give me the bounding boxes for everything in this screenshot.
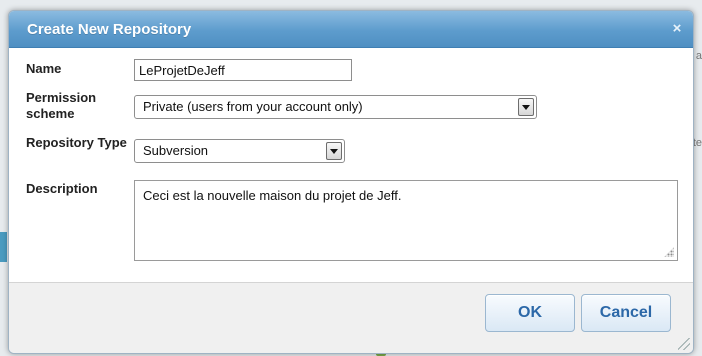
permission-scheme-label: Permission scheme xyxy=(26,90,96,122)
dialog-resize-grip-icon[interactable] xyxy=(678,338,690,350)
dialog-footer: OK Cancel xyxy=(9,283,693,353)
ok-button[interactable]: OK xyxy=(485,294,575,332)
dialog-titlebar[interactable]: Create New Repository × xyxy=(9,11,693,48)
description-label: Description xyxy=(26,181,98,196)
repository-type-label: Repository Type xyxy=(26,135,127,150)
description-textarea[interactable]: Ceci est la nouvelle maison du projet de… xyxy=(134,180,678,261)
background-tab xyxy=(0,232,7,262)
name-input[interactable] xyxy=(134,59,352,81)
permission-selected-value: Private (users from your account only) xyxy=(143,99,363,114)
create-repository-dialog: Create New Repository × Name Permission … xyxy=(8,10,694,354)
description-text: Ceci est la nouvelle maison du projet de… xyxy=(143,188,402,203)
cancel-button[interactable]: Cancel xyxy=(581,294,671,332)
chevron-down-icon[interactable] xyxy=(326,142,342,160)
dialog-body: Name Permission scheme Private (users fr… xyxy=(9,48,693,283)
permission-label-line1: Permission xyxy=(26,90,97,105)
permission-label-line2: scheme xyxy=(26,106,75,121)
permission-scheme-select[interactable]: Private (users from your account only) xyxy=(134,95,537,119)
close-icon[interactable]: × xyxy=(669,21,685,37)
chevron-down-icon[interactable] xyxy=(518,98,534,116)
repository-type-select[interactable]: Subversion xyxy=(134,139,345,163)
resize-grip-icon[interactable] xyxy=(664,247,674,257)
dialog-title: Create New Repository xyxy=(27,21,192,38)
background-text: a xyxy=(695,50,702,62)
name-label: Name xyxy=(26,61,62,76)
repository-type-selected-value: Subversion xyxy=(143,143,209,158)
